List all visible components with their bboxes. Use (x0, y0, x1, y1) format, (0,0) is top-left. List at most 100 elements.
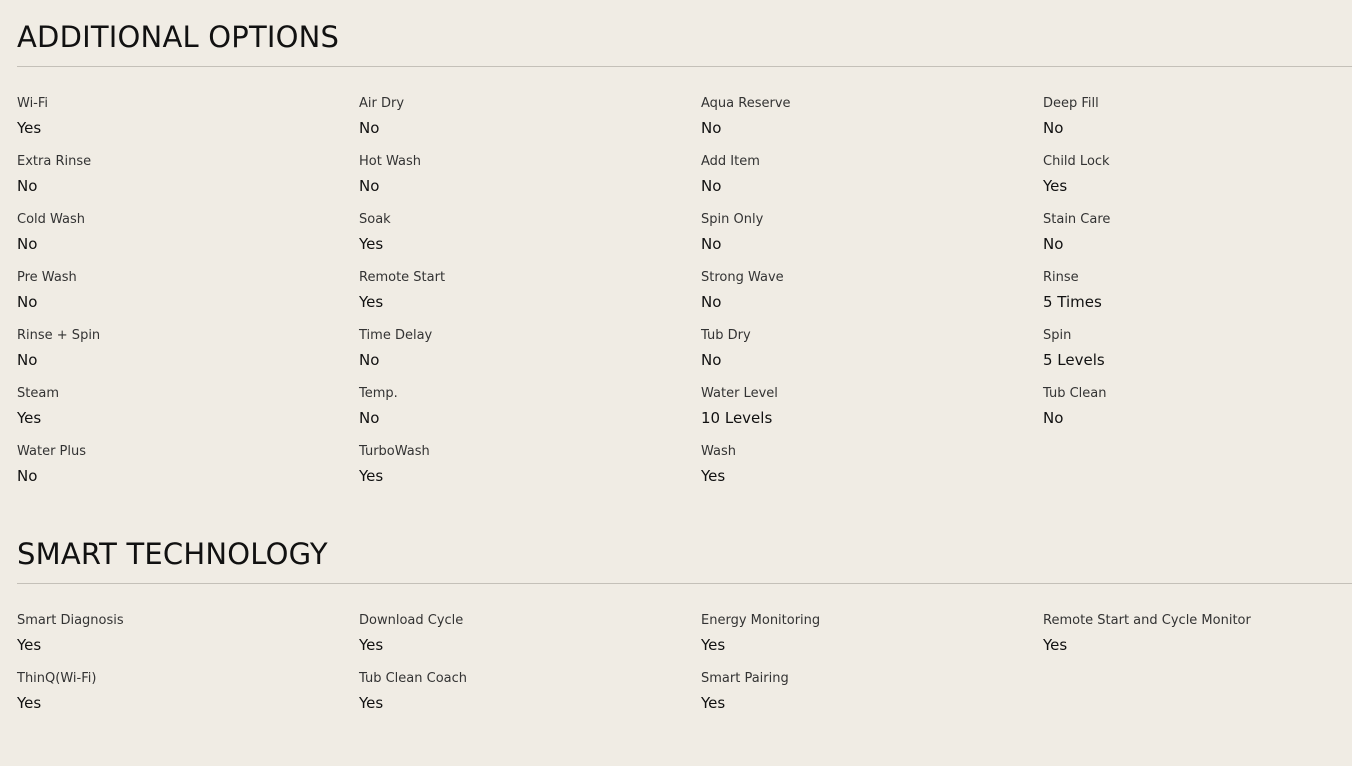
spec-label: Smart Pairing (701, 671, 789, 686)
spec-item-rinse: Rinse 5 Times (1043, 269, 1352, 327)
spec-item-steam: Steam Yes (17, 385, 359, 443)
spec-item-time-delay: Time Delay No (359, 327, 701, 385)
spec-label: TurboWash (359, 444, 430, 459)
spec-value: No (701, 119, 722, 137)
spec-label: Remote Start and Cycle Monitor (1043, 613, 1251, 628)
spec-value: No (701, 235, 722, 253)
spec-item-spin: Spin 5 Levels (1043, 327, 1352, 385)
spec-label: Water Plus (17, 444, 87, 459)
spec-label: Aqua Reserve (701, 96, 791, 111)
spec-label: Hot Wash (359, 154, 421, 169)
spec-label: Spin (1043, 328, 1072, 343)
spec-value: No (701, 177, 722, 195)
spec-label: Energy Monitoring (701, 613, 821, 628)
spec-item-thinq-wifi: ThinQ(Wi-Fi) Yes (17, 670, 359, 728)
section-divider (17, 583, 1352, 584)
spec-item-water-level: Water Level 10 Levels (701, 385, 1043, 443)
spec-item-tub-dry: Tub Dry No (701, 327, 1043, 385)
spec-label: Deep Fill (1043, 96, 1099, 111)
spec-item-pre-wash: Pre Wash No (17, 269, 359, 327)
spec-value: No (17, 235, 38, 253)
spec-value: No (1043, 235, 1064, 253)
spec-value: No (359, 119, 380, 137)
spec-value: Yes (359, 293, 384, 311)
spec-value: No (701, 293, 722, 311)
spec-label: Spin Only (701, 212, 764, 227)
spec-item-remote-start-cycle-monitor: Remote Start and Cycle Monitor Yes (1043, 612, 1352, 670)
smart-technology-grid: Smart Diagnosis Yes Download Cycle Yes E… (17, 612, 1352, 728)
spec-label: Water Level (701, 386, 778, 401)
spec-value: No (17, 467, 38, 485)
spec-item-wash: Wash Yes (701, 443, 1043, 501)
spec-value: Yes (17, 409, 42, 427)
spec-label: Strong Wave (701, 270, 784, 285)
spec-value: Yes (701, 467, 726, 485)
spec-item-spin-only: Spin Only No (701, 211, 1043, 269)
spec-value: No (359, 351, 380, 369)
spec-value: No (17, 351, 38, 369)
spec-value: Yes (701, 694, 726, 712)
spec-item-cold-wash: Cold Wash No (17, 211, 359, 269)
spec-item-tub-clean-coach: Tub Clean Coach Yes (359, 670, 701, 728)
spec-label: Air Dry (359, 96, 405, 111)
smart-technology-title: SMART TECHNOLOGY (17, 537, 328, 571)
spec-value: No (359, 177, 380, 195)
spec-label: Tub Clean Coach (359, 671, 467, 686)
spec-label: Pre Wash (17, 270, 77, 285)
additional-options-grid: Wi-Fi Yes Air Dry No Aqua Reserve No Dee… (17, 95, 1352, 501)
spec-label: Add Item (701, 154, 760, 169)
spec-label: Stain Care (1043, 212, 1111, 227)
spec-item-temp: Temp. No (359, 385, 701, 443)
spec-item-energy-monitoring: Energy Monitoring Yes (701, 612, 1043, 670)
spec-value: No (17, 177, 38, 195)
spec-value: Yes (359, 235, 384, 253)
spec-label: Wash (701, 444, 737, 459)
spec-item-add-item: Add Item No (701, 153, 1043, 211)
spec-value: Yes (1043, 636, 1068, 654)
spec-label: Remote Start (359, 270, 446, 285)
spec-item-smart-diagnosis: Smart Diagnosis Yes (17, 612, 359, 670)
spec-value: Yes (1043, 177, 1068, 195)
spec-label: Time Delay (359, 328, 433, 343)
spec-item-strong-wave: Strong Wave No (701, 269, 1043, 327)
section-divider (17, 66, 1352, 67)
spec-item-remote-start: Remote Start Yes (359, 269, 701, 327)
spec-value: Yes (17, 119, 42, 137)
spec-value: No (701, 351, 722, 369)
spec-label: Smart Diagnosis (17, 613, 124, 628)
spec-item-deep-fill: Deep Fill No (1043, 95, 1352, 153)
spec-value: 5 Times (1043, 293, 1102, 311)
spec-item-aqua-reserve: Aqua Reserve No (701, 95, 1043, 153)
spec-label: Wi-Fi (17, 96, 49, 111)
spec-value: Yes (701, 636, 726, 654)
spec-item-smart-pairing: Smart Pairing Yes (701, 670, 1043, 728)
spec-value: Yes (17, 694, 42, 712)
spec-label: Download Cycle (359, 613, 464, 628)
spec-value: Yes (359, 694, 384, 712)
spec-value: No (1043, 409, 1064, 427)
spec-label: Tub Clean (1043, 386, 1107, 401)
spec-item-download-cycle: Download Cycle Yes (359, 612, 701, 670)
spec-value: 10 Levels (701, 409, 773, 427)
spec-value: Yes (359, 467, 384, 485)
spec-label: Extra Rinse (17, 154, 92, 169)
spec-item-turbowash: TurboWash Yes (359, 443, 701, 501)
spec-item-water-plus: Water Plus No (17, 443, 359, 501)
spec-item-hot-wash: Hot Wash No (359, 153, 701, 211)
spec-item-stain-care: Stain Care No (1043, 211, 1352, 269)
spec-item-air-dry: Air Dry No (359, 95, 701, 153)
spec-label: ThinQ(Wi-Fi) (17, 671, 97, 686)
spec-label: Steam (17, 386, 59, 401)
spec-value: No (17, 293, 38, 311)
spec-label: Child Lock (1043, 154, 1110, 169)
spec-item-tub-clean: Tub Clean No (1043, 385, 1352, 443)
spec-item-child-lock: Child Lock Yes (1043, 153, 1352, 211)
spec-label: Tub Dry (701, 328, 751, 343)
spec-label: Soak (359, 212, 391, 227)
spec-label: Cold Wash (17, 212, 86, 227)
spec-value: Yes (17, 636, 42, 654)
spec-value: Yes (359, 636, 384, 654)
spec-label: Rinse + Spin (17, 328, 101, 343)
spec-label: Temp. (359, 386, 398, 401)
additional-options-title: ADDITIONAL OPTIONS (17, 20, 340, 54)
